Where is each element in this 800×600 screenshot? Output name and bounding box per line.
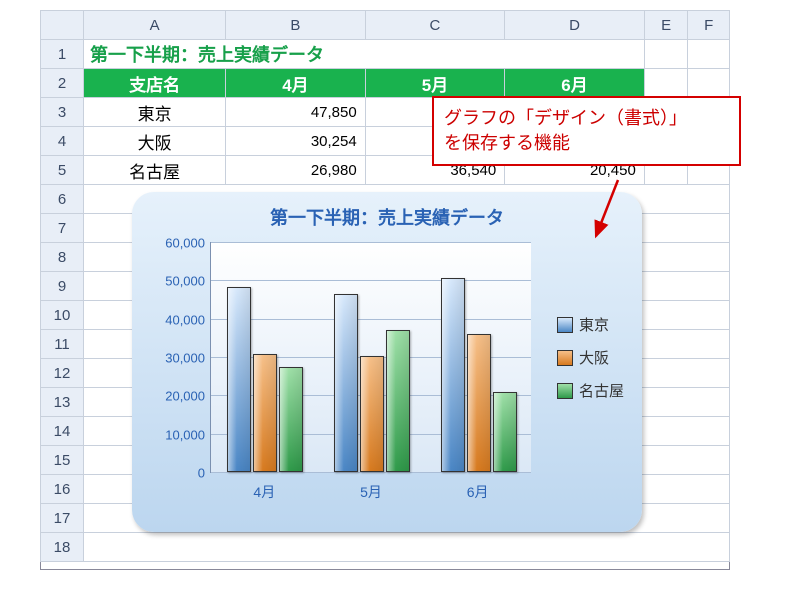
row-header-8[interactable]: 8 [41, 243, 84, 272]
y-tick-label: 10,000 [165, 427, 211, 442]
bar-名古屋-5月 [386, 330, 410, 472]
col-header-F[interactable]: F [688, 11, 730, 40]
row-header-4[interactable]: 4 [41, 127, 84, 156]
bar-大阪-5月 [360, 356, 384, 472]
row-header-11[interactable]: 11 [41, 330, 84, 359]
row-header-12[interactable]: 12 [41, 359, 84, 388]
legend-swatch-icon [557, 350, 573, 366]
bar-東京-6月 [441, 278, 465, 472]
cell-header-apr[interactable]: 4月 [226, 69, 366, 98]
callout-line2: を保存する機能 [444, 133, 570, 153]
row-header-1[interactable]: 1 [41, 40, 84, 69]
y-tick-label: 50,000 [165, 274, 211, 289]
chart-title: 第一下半期：売上実績データ [132, 204, 642, 230]
row-header-17[interactable]: 17 [41, 504, 84, 533]
y-tick-label: 60,000 [165, 236, 211, 251]
gridline: 50,000 [211, 280, 531, 281]
chart-legend: 東京大阪名古屋 [557, 302, 624, 413]
col-header-D[interactable]: D [505, 11, 645, 40]
x-tick-label: 4月 [253, 472, 275, 502]
legend-item: 東京 [557, 314, 624, 335]
y-tick-label: 40,000 [165, 312, 211, 327]
y-tick-label: 0 [198, 466, 211, 481]
row-header-3[interactable]: 3 [41, 98, 84, 127]
cell-name-1[interactable]: 大阪 [84, 127, 226, 156]
cell[interactable] [644, 69, 688, 98]
col-header-A[interactable]: A [84, 11, 226, 40]
legend-label: 東京 [579, 314, 609, 335]
cell-title[interactable]: 第一下半期：売上実績データ [84, 40, 645, 69]
col-header-C[interactable]: C [365, 11, 505, 40]
bar-東京-5月 [334, 294, 358, 472]
legend-item: 名古屋 [557, 380, 624, 401]
cell[interactable] [644, 40, 688, 69]
y-tick-label: 30,000 [165, 351, 211, 366]
bar-名古屋-6月 [493, 392, 517, 472]
x-tick-label: 6月 [467, 472, 489, 502]
row-header-16[interactable]: 16 [41, 475, 84, 504]
plot-area: 010,00020,00030,00040,00050,00060,0004月5… [210, 242, 531, 473]
legend-label: 名古屋 [579, 380, 624, 401]
row-header-13[interactable]: 13 [41, 388, 84, 417]
row-header-5[interactable]: 5 [41, 156, 84, 185]
select-all-corner[interactable] [41, 11, 84, 40]
cell-header-branch[interactable]: 支店名 [84, 69, 226, 98]
cell-val[interactable]: 47,850 [226, 98, 366, 127]
legend-swatch-icon [557, 383, 573, 399]
cell[interactable] [688, 69, 730, 98]
annotation-callout: グラフの「デザイン（書式）」 を保存する機能 [432, 96, 741, 166]
cell[interactable] [688, 40, 730, 69]
row-header-14[interactable]: 14 [41, 417, 84, 446]
x-tick-label: 5月 [360, 472, 382, 502]
gridline: 60,000 [211, 242, 531, 243]
col-header-E[interactable]: E [644, 11, 688, 40]
bar-名古屋-4月 [279, 367, 303, 472]
bar-大阪-4月 [253, 354, 277, 472]
cell-val[interactable]: 30,254 [226, 127, 366, 156]
callout-line1: グラフの「デザイン（書式）」 [444, 108, 687, 128]
bar-大阪-6月 [467, 334, 491, 472]
row-header-15[interactable]: 15 [41, 446, 84, 475]
legend-label: 大阪 [579, 347, 609, 368]
row-header-2[interactable]: 2 [41, 69, 84, 98]
cell-name-2[interactable]: 名古屋 [84, 156, 226, 185]
row-header-18[interactable]: 18 [41, 533, 84, 562]
legend-swatch-icon [557, 317, 573, 333]
cell-header-may[interactable]: 5月 [365, 69, 505, 98]
legend-item: 大阪 [557, 347, 624, 368]
row-header-9[interactable]: 9 [41, 272, 84, 301]
row-header-6[interactable]: 6 [41, 185, 84, 214]
gridline: 40,000 [211, 319, 531, 320]
callout-arrow-icon [588, 176, 628, 246]
cell[interactable] [84, 533, 730, 562]
cell-name-0[interactable]: 東京 [84, 98, 226, 127]
y-tick-label: 20,000 [165, 389, 211, 404]
cell-val[interactable]: 26,980 [226, 156, 366, 185]
row-header-10[interactable]: 10 [41, 301, 84, 330]
row-header-7[interactable]: 7 [41, 214, 84, 243]
bar-東京-4月 [227, 287, 251, 472]
embedded-chart[interactable]: 第一下半期：売上実績データ 0 10,000 20,000 30,000 40,000 5… [132, 192, 642, 532]
col-header-B[interactable]: B [226, 11, 366, 40]
cell-header-jun[interactable]: 6月 [505, 69, 645, 98]
